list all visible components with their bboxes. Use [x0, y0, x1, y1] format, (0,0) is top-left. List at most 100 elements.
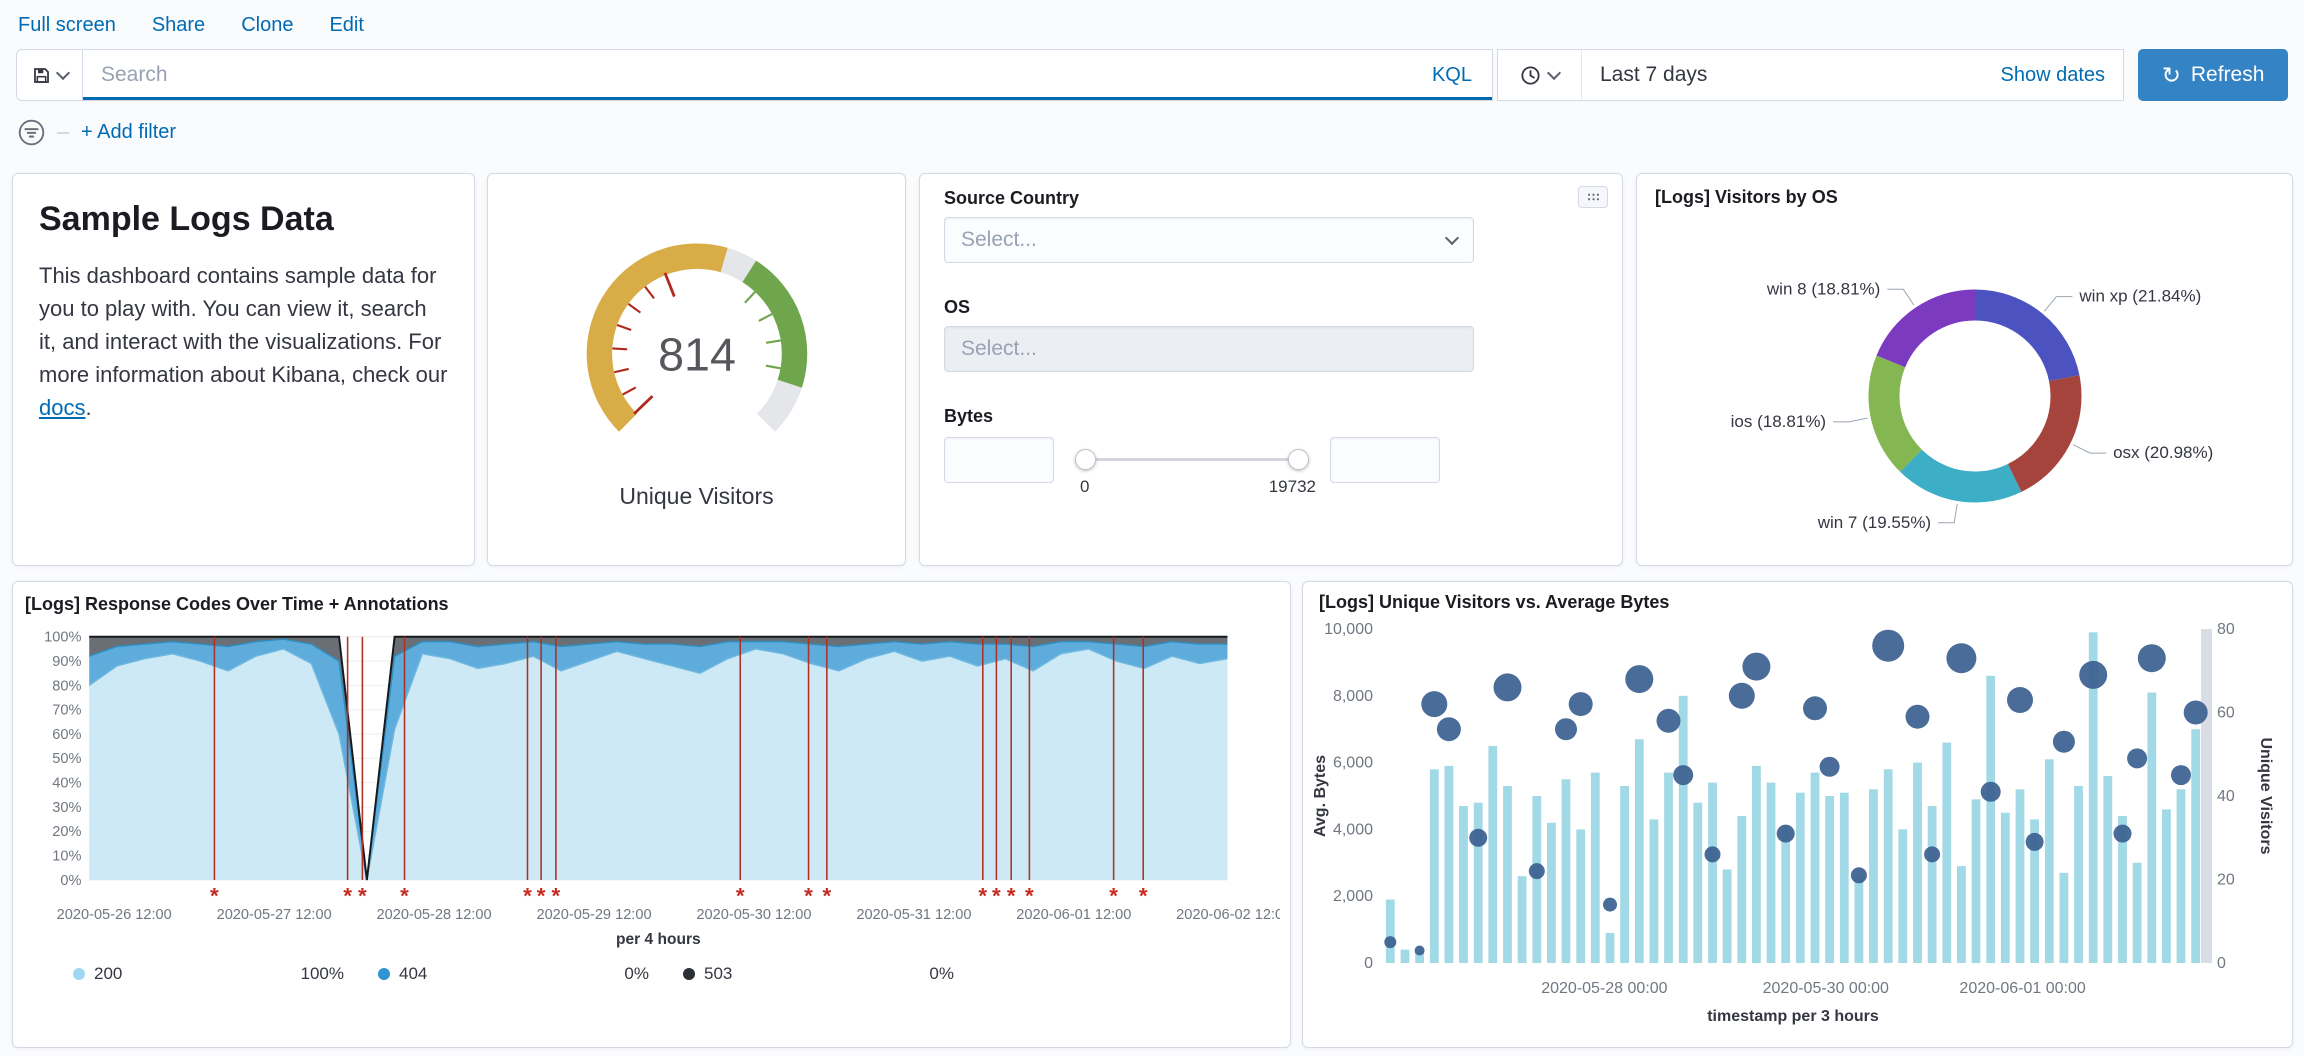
os-select[interactable]: Select...: [944, 326, 1474, 372]
bytes-label: Bytes: [944, 406, 1598, 427]
svg-text:win xp (21.84%): win xp (21.84%): [2078, 287, 2201, 306]
panel-visitors-vs-bytes: [Logs] Unique Visitors vs. Average Bytes…: [1302, 581, 2293, 1048]
search-input[interactable]: [83, 50, 1412, 100]
svg-text:2020-05-26 12:00: 2020-05-26 12:00: [57, 907, 172, 923]
svg-text:20%: 20%: [52, 824, 81, 840]
chart-legend: 200 100% 404 0% 503 0%: [25, 964, 1278, 984]
filter-icon[interactable]: [18, 119, 45, 146]
share-link[interactable]: Share: [152, 14, 205, 37]
search-box: KQL: [82, 49, 1493, 101]
legend-item-200[interactable]: 200 100%: [73, 964, 378, 984]
legend-item-404[interactable]: 404 0%: [378, 964, 683, 984]
time-menu-button[interactable]: [1498, 50, 1582, 100]
add-filter-button[interactable]: + Add filter: [81, 121, 176, 144]
svg-text:10,000: 10,000: [1324, 621, 1373, 638]
svg-text:70%: 70%: [52, 703, 81, 719]
markdown-period: .: [85, 395, 91, 420]
svg-text:2020-05-27 12:00: 2020-05-27 12:00: [217, 907, 332, 923]
legend-label: 503: [704, 964, 732, 984]
refresh-label: Refresh: [2191, 63, 2265, 87]
slider-max-label: 19732: [1269, 477, 1316, 497]
svg-text:40: 40: [2217, 788, 2235, 805]
panel-menu-icon[interactable]: [1578, 186, 1608, 208]
chevron-down-icon: [1547, 66, 1561, 80]
svg-text:2020-05-31 12:00: 2020-05-31 12:00: [856, 907, 971, 923]
source-country-label: Source Country: [944, 188, 1598, 209]
legend-value: 0%: [624, 964, 649, 984]
filter-bar: + Add filter: [18, 119, 2286, 146]
donut-chart[interactable]: win xp (21.84%)osx (20.98%)win 7 (19.55%…: [1645, 210, 2284, 562]
svg-text:60%: 60%: [52, 727, 81, 743]
slider-track: [1078, 458, 1306, 461]
legend-item-503[interactable]: 503 0%: [683, 964, 988, 984]
svg-text:2020-06-01 00:00: 2020-06-01 00:00: [1959, 980, 2085, 997]
svg-text:80: 80: [2217, 621, 2235, 638]
full-screen-link[interactable]: Full screen: [18, 14, 116, 37]
bytes-min-input[interactable]: [944, 437, 1054, 483]
svg-text:40%: 40%: [52, 776, 81, 792]
svg-text:2020-05-30 00:00: 2020-05-30 00:00: [1763, 980, 1889, 997]
gauge-chart: 814: [538, 220, 856, 445]
area-chart[interactable]: 0%10%20%30%40%50%60%70%80%90%100%*******…: [25, 621, 1278, 958]
svg-text:Unique Visitors: Unique Visitors: [2257, 737, 2274, 854]
svg-text:*: *: [358, 883, 367, 908]
docs-link[interactable]: docs: [39, 395, 85, 420]
svg-text:2020-06-02 12:00: 2020-06-02 12:00: [1176, 907, 1280, 923]
legend-dot: [73, 968, 85, 980]
svg-text:*: *: [992, 883, 1001, 908]
slider-handle-max[interactable]: [1288, 449, 1309, 470]
svg-text:0: 0: [2217, 955, 2226, 972]
svg-text:100%: 100%: [44, 630, 81, 646]
svg-text:60: 60: [2217, 705, 2235, 722]
svg-text:*: *: [210, 883, 219, 908]
svg-text:*: *: [804, 883, 813, 908]
legend-label: 200: [94, 964, 122, 984]
slider-handle-min[interactable]: [1075, 449, 1096, 470]
source-country-select[interactable]: Select...: [944, 217, 1474, 263]
markdown-text: This dashboard contains sample data for …: [39, 263, 447, 387]
panel-title: [Logs] Response Codes Over Time + Annota…: [25, 594, 1278, 615]
clone-link[interactable]: Clone: [241, 14, 293, 37]
time-range-value: Last 7 days: [1600, 63, 1707, 87]
saved-query-menu-button[interactable]: [16, 49, 82, 101]
legend-value: 100%: [301, 964, 344, 984]
svg-text:0: 0: [1364, 955, 1373, 972]
date-picker: Last 7 days Show dates: [1497, 49, 2124, 101]
svg-text:6,000: 6,000: [1333, 755, 1373, 772]
svg-text:*: *: [552, 883, 561, 908]
refresh-button[interactable]: ↻ Refresh: [2138, 49, 2288, 101]
time-range-button[interactable]: Last 7 days Show dates: [1582, 50, 2123, 100]
panel-title: [Logs] Unique Visitors vs. Average Bytes: [1305, 592, 2290, 613]
svg-text:*: *: [1007, 883, 1016, 908]
show-dates-button[interactable]: Show dates: [2000, 64, 2105, 87]
svg-text:2020-06-01 12:00: 2020-06-01 12:00: [1016, 907, 1131, 923]
bar-bubble-chart[interactable]: 02,0004,0006,0008,00010,0000204060802020…: [1305, 613, 2290, 1048]
kibana-dashboard-app: Full screen Share Clone Edit KQL Last 7 …: [0, 0, 2304, 1056]
svg-text:814: 814: [658, 329, 736, 381]
kql-button[interactable]: KQL: [1412, 64, 1492, 87]
panel-controls: Source Country Select... OS Select... By…: [919, 173, 1623, 566]
query-bar: KQL Last 7 days Show dates ↻ Refresh: [16, 49, 2288, 101]
svg-text:*: *: [1025, 883, 1034, 908]
panel-title: [Logs] Visitors by OS: [1645, 187, 2284, 208]
markdown-body: This dashboard contains sample data for …: [39, 259, 448, 424]
svg-text:*: *: [978, 883, 987, 908]
slider-min-label: 0: [1080, 477, 1089, 497]
bytes-range-slider[interactable]: 0 19732: [1078, 439, 1306, 499]
gauge-label: Unique Visitors: [619, 483, 773, 510]
top-nav: Full screen Share Clone Edit: [0, 0, 2304, 43]
svg-text:Avg. Bytes: Avg. Bytes: [1312, 755, 1329, 837]
bytes-max-input[interactable]: [1330, 437, 1440, 483]
svg-text:*: *: [736, 883, 745, 908]
svg-text:*: *: [822, 883, 831, 908]
svg-text:ios (18.81%): ios (18.81%): [1731, 412, 1826, 431]
svg-text:2020-05-29 12:00: 2020-05-29 12:00: [536, 907, 651, 923]
svg-text:90%: 90%: [52, 654, 81, 670]
svg-text:50%: 50%: [52, 751, 81, 767]
source-country-placeholder: Select...: [961, 228, 1447, 252]
edit-link[interactable]: Edit: [329, 14, 363, 37]
legend-dot: [683, 968, 695, 980]
chevron-down-icon: [55, 66, 69, 80]
panel-visitors-by-os: [Logs] Visitors by OS win xp (21.84%)osx…: [1636, 173, 2293, 566]
svg-text:30%: 30%: [52, 800, 81, 816]
